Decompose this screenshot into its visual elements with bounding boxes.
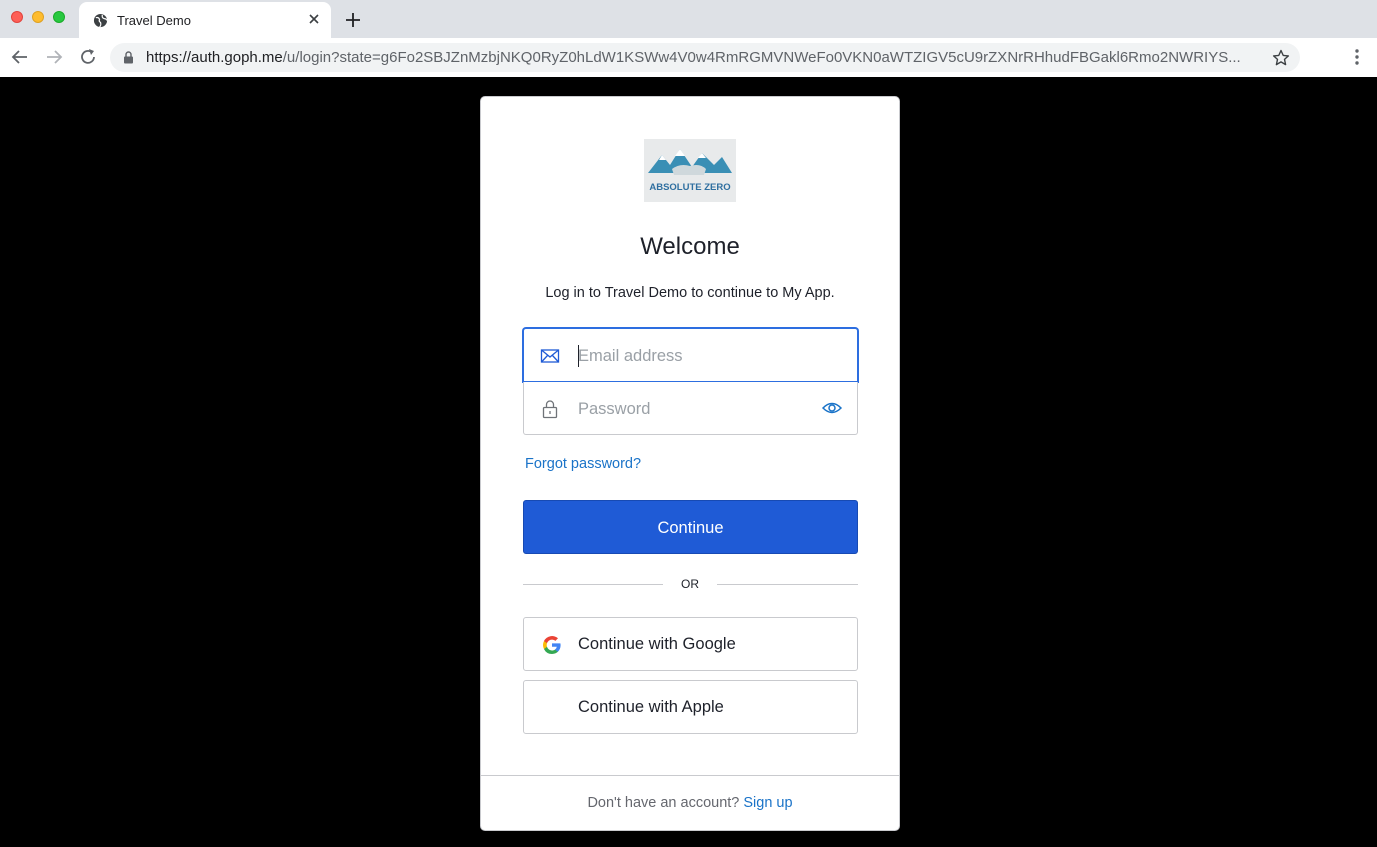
forward-arrow-icon[interactable] [44, 47, 64, 67]
login-card: ABSOLUTE ZERO Welcome Log in to Travel D… [480, 96, 900, 831]
google-button-label: Continue with Google [578, 635, 736, 653]
lock-icon[interactable] [123, 51, 134, 64]
bookmark-star-icon[interactable] [1272, 49, 1290, 67]
svg-text:ABSOLUTE ZERO: ABSOLUTE ZERO [649, 182, 730, 193]
close-window-button[interactable] [11, 11, 23, 23]
browser-toolbar: https://auth.goph.me/u/login?state=g6Fo2… [0, 38, 1377, 77]
close-tab-icon[interactable] [307, 12, 321, 26]
url-text: https://auth.goph.me/u/login?state=g6Fo2… [146, 49, 1261, 66]
divider-right [717, 584, 858, 585]
browser-chrome: Travel Demo https://auth.goph.me/u/login… [0, 0, 1377, 77]
back-arrow-icon[interactable] [10, 47, 30, 67]
reload-icon[interactable] [78, 47, 98, 67]
google-icon [543, 636, 561, 654]
browser-menu-icon[interactable] [1348, 47, 1366, 67]
globe-icon [93, 13, 108, 28]
signup-footer: Don't have an account? Sign up [481, 775, 899, 830]
continue-with-apple-button[interactable]: Continue with Apple [523, 680, 858, 734]
maximize-window-button[interactable] [53, 11, 65, 23]
address-bar[interactable]: https://auth.goph.me/u/login?state=g6Fo2… [110, 43, 1300, 72]
email-field[interactable] [523, 328, 858, 382]
tab-title: Travel Demo [117, 13, 191, 28]
password-input[interactable] [578, 397, 808, 421]
forgot-password-link[interactable]: Forgot password? [525, 456, 641, 472]
email-input[interactable] [578, 344, 808, 368]
continue-with-google-button[interactable]: Continue with Google [523, 617, 858, 671]
text-caret [578, 345, 579, 367]
url-path: /u/login?state=g6Fo2SBJZnMzbjNKQ0RyZ0hLd… [282, 49, 1241, 66]
page-title: Welcome [640, 233, 740, 260]
page-subtitle: Log in to Travel Demo to continue to My … [545, 285, 835, 301]
sign-up-link[interactable]: Sign up [743, 795, 792, 811]
apple-button-label: Continue with Apple [578, 698, 724, 716]
password-field[interactable] [523, 382, 858, 435]
minimize-window-button[interactable] [32, 11, 44, 23]
continue-button[interactable]: Continue [523, 500, 858, 554]
new-tab-icon[interactable] [344, 11, 362, 29]
show-password-icon[interactable] [821, 397, 843, 419]
url-host: https://auth.goph.me [146, 49, 283, 66]
company-logo: ABSOLUTE ZERO [644, 139, 736, 202]
tab-bar: Travel Demo [0, 0, 1377, 38]
lock-icon [542, 400, 558, 419]
no-account-text: Don't have an account? [587, 795, 740, 811]
browser-tab[interactable]: Travel Demo [79, 2, 331, 38]
envelope-icon [540, 349, 560, 363]
